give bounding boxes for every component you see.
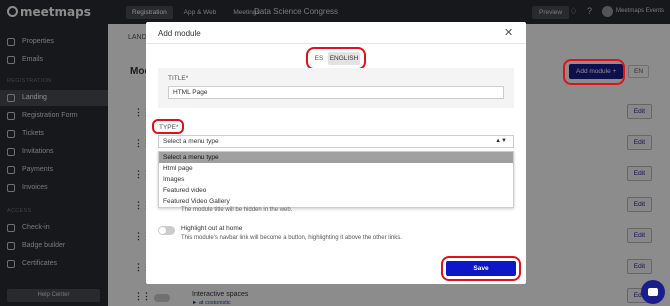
type-option[interactable]: Featured Video Gallery [159,196,513,207]
type-option[interactable]: Featured video [159,185,513,196]
highlight-ring-save [441,256,521,281]
type-select-value: Select a menu type [163,138,219,145]
type-select[interactable]: Select a menu type ▲▼ [158,135,514,148]
type-option[interactable]: Images [159,174,513,185]
close-icon[interactable]: ✕ [504,26,513,39]
title-label: TITLE* [168,75,189,82]
hidden-title-note: The module title will be hidden in the w… [181,207,293,213]
type-dropdown: Select a menu type Html page Images Feat… [158,151,514,208]
type-option[interactable]: Html page [159,163,513,174]
highlight-toggle[interactable] [158,226,175,235]
highlight-ring-type [152,119,184,134]
highlight-title: Highlight out at home [181,225,243,232]
title-input[interactable]: HTML Page [168,86,504,99]
modal-header: Add module ✕ [146,22,526,44]
highlight-ring-language [306,47,366,70]
add-module-modal: Add module ✕ ES ENGLISH TITLE* HTML Page… [146,22,526,284]
sort-arrows-icon: ▲▼ [495,138,507,144]
highlight-ring-add-module [563,59,625,85]
highlight-description: This module's navbar link will become a … [181,235,402,241]
chat-icon[interactable] [641,280,665,304]
type-option[interactable]: Select a menu type [159,152,513,163]
modal-title: Add module [158,29,201,38]
